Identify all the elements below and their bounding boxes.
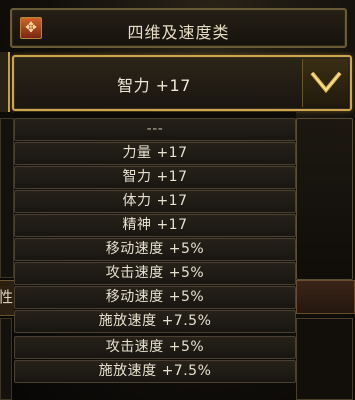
game-ui-panel: 性 ✥ 四维及速度类 智力 +17 --- 力量 +17 智力 +17 体力 +… — [0, 0, 355, 400]
right-side-panel — [296, 118, 353, 280]
dropdown-selected-value: 智力 +17 — [117, 76, 191, 95]
background-partial-label: 性 — [0, 288, 14, 306]
chevron-down-icon — [309, 71, 342, 94]
option-cast-speed[interactable]: 施放速度 +7.5% — [14, 360, 296, 383]
category-title: 四维及速度类 — [127, 23, 230, 42]
option-vitality[interactable]: 体力 +17 — [14, 190, 296, 213]
option-strength[interactable]: 力量 +17 — [14, 142, 296, 165]
option-spirit[interactable]: 精神 +17 — [14, 214, 296, 237]
left-lower-panel — [0, 318, 12, 400]
right-highlight-strip — [296, 280, 355, 314]
option-none[interactable]: --- — [14, 118, 296, 141]
option-move-speed[interactable]: 移动速度 +5% — [14, 238, 296, 261]
left-edge-frame — [0, 52, 10, 112]
right-lower-panel — [296, 318, 353, 400]
left-side-panel — [0, 118, 14, 278]
dropdown-options-list: --- 力量 +17 智力 +17 体力 +17 精神 +17 移动速度 +5%… — [14, 118, 296, 400]
option-attack-speed[interactable]: 攻击速度 +5% — [14, 262, 296, 285]
category-title-bar: ✥ 四维及速度类 — [10, 8, 347, 48]
option-move-speed[interactable]: 移动速度 +5% — [14, 286, 296, 309]
dropdown-toggle-button[interactable] — [302, 59, 348, 107]
option-intelligence[interactable]: 智力 +17 — [14, 166, 296, 189]
option-attack-speed[interactable]: 攻击速度 +5% — [14, 336, 296, 359]
attribute-dropdown[interactable]: 智力 +17 — [12, 55, 352, 111]
option-cast-speed[interactable]: 施放速度 +7.5% — [14, 310, 296, 333]
